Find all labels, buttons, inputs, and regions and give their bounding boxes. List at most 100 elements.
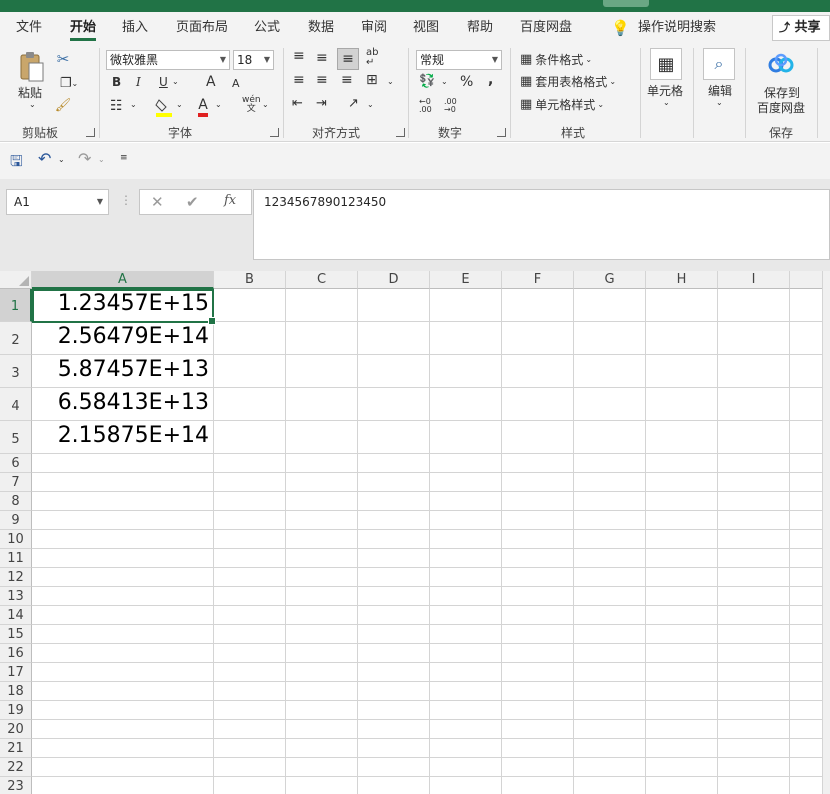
font-color-dropdown-icon[interactable]: ⌄ xyxy=(215,100,222,109)
redo-dropdown-icon[interactable]: ⌄ xyxy=(98,155,105,164)
row-header-23[interactable]: 23 xyxy=(0,777,32,794)
cell-a3[interactable]: 5.87457E+13 xyxy=(33,357,209,382)
column-header-h[interactable]: H xyxy=(646,271,718,289)
align-center-icon[interactable]: ≡ xyxy=(316,72,328,88)
column-header-e[interactable]: E xyxy=(430,271,502,289)
share-button[interactable]: ⤴ 共享 xyxy=(772,15,830,41)
cancel-icon[interactable]: ✕ xyxy=(151,193,164,211)
row-header-22[interactable]: 22 xyxy=(0,758,32,777)
row-header-15[interactable]: 15 xyxy=(0,625,32,644)
tell-me-search[interactable]: 操作说明搜索 xyxy=(638,19,716,41)
vertical-scrollbar[interactable] xyxy=(822,271,830,794)
align-bottom-button[interactable]: ≡ xyxy=(337,48,359,70)
decrease-indent-icon[interactable]: ⇤ xyxy=(292,96,303,111)
column-header-a[interactable]: A xyxy=(32,271,214,289)
alignment-launcher-icon[interactable] xyxy=(396,128,405,137)
format-as-table-button[interactable]: ▦ 套用表格格式 ⌄ xyxy=(520,72,628,90)
cell-a4[interactable]: 6.58413E+13 xyxy=(33,390,209,415)
fill-dropdown-icon[interactable]: ⌄ xyxy=(176,100,183,109)
number-format-select[interactable]: 常规 ▼ xyxy=(416,50,502,70)
fill-color-button[interactable] xyxy=(154,96,174,118)
format-painter-button[interactable]: 🖌 xyxy=(54,96,72,114)
insert-function-icon[interactable]: fx xyxy=(224,193,236,208)
row-header-6[interactable]: 6 xyxy=(0,454,32,473)
row-header-4[interactable]: 4 xyxy=(0,388,32,421)
tab-formulas[interactable]: 公式 xyxy=(254,19,280,41)
tab-data[interactable]: 数据 xyxy=(308,19,334,41)
comma-style-button[interactable]: , xyxy=(488,72,493,88)
formula-input[interactable]: 1234567890123450 xyxy=(253,189,830,260)
row-header-17[interactable]: 17 xyxy=(0,663,32,682)
merge-dropdown-icon[interactable]: ⌄ xyxy=(387,77,394,86)
wrap-text-icon[interactable]: ab ↵ xyxy=(366,48,378,68)
phonetic-guide-button[interactable]: wén 文 xyxy=(242,96,261,114)
clipboard-launcher-icon[interactable] xyxy=(86,128,95,137)
row-header-7[interactable]: 7 xyxy=(0,473,32,492)
shrink-font-button[interactable]: A xyxy=(232,77,240,90)
merge-cells-icon[interactable]: ⊞ xyxy=(366,72,378,88)
save-icon[interactable]: 🖫 xyxy=(10,151,23,176)
grow-font-button[interactable]: A xyxy=(206,74,216,90)
tab-baidu-netdisk[interactable]: 百度网盘 xyxy=(520,19,572,41)
editing-button[interactable]: ⌕ xyxy=(703,48,735,80)
row-header-20[interactable]: 20 xyxy=(0,720,32,739)
font-name-select[interactable]: 微软雅黑 ▼ xyxy=(106,50,230,70)
align-middle-icon[interactable]: ≡ xyxy=(316,50,328,66)
undo-icon[interactable]: ↶ xyxy=(38,149,51,168)
tab-review[interactable]: 审阅 xyxy=(361,19,387,41)
copy-button[interactable]: ❐ ⌄ xyxy=(54,74,84,92)
paste-button[interactable] xyxy=(14,50,50,84)
align-left-icon[interactable]: ≡ xyxy=(293,72,305,88)
name-box[interactable]: A1 ▼ xyxy=(6,189,109,215)
cell-a5[interactable]: 2.15875E+14 xyxy=(33,423,209,448)
borders-dropdown-icon[interactable]: ⌄ xyxy=(130,100,137,109)
italic-button[interactable]: I xyxy=(136,75,141,89)
cell-a2[interactable]: 2.56479E+14 xyxy=(33,324,209,349)
row-header-10[interactable]: 10 xyxy=(0,530,32,549)
redo-icon[interactable]: ↷ xyxy=(78,149,91,168)
row-header-2[interactable]: 2 xyxy=(0,322,32,355)
row-header-16[interactable]: 16 xyxy=(0,644,32,663)
save-to-baidu-button[interactable] xyxy=(764,50,798,80)
cut-button[interactable]: ✂ xyxy=(54,50,72,68)
tab-view[interactable]: 视图 xyxy=(413,19,439,41)
row-header-5[interactable]: 5 xyxy=(0,421,32,454)
worksheet-grid[interactable]: A B C D E F G H I 1 2 3 4 5 6 7 8 9 10 1… xyxy=(0,271,830,794)
enter-icon[interactable]: ✔ xyxy=(186,193,199,211)
accounting-format-icon[interactable]: 💱 xyxy=(419,74,435,89)
row-header-9[interactable]: 9 xyxy=(0,511,32,530)
tab-home[interactable]: 开始 xyxy=(70,19,97,41)
number-launcher-icon[interactable] xyxy=(497,128,506,137)
underline-button[interactable]: U xyxy=(159,75,168,89)
row-header-3[interactable]: 3 xyxy=(0,355,32,388)
column-header-d[interactable]: D xyxy=(358,271,430,289)
row-header-13[interactable]: 13 xyxy=(0,587,32,606)
column-header-g[interactable]: G xyxy=(574,271,646,289)
tab-help[interactable]: 帮助 xyxy=(467,19,493,41)
row-header-19[interactable]: 19 xyxy=(0,701,32,720)
row-header-14[interactable]: 14 xyxy=(0,606,32,625)
column-header-b[interactable]: B xyxy=(214,271,286,289)
font-color-button[interactable]: A xyxy=(194,96,212,118)
editing-dropdown-icon[interactable]: ⌄ xyxy=(716,98,723,107)
conditional-formatting-button[interactable]: ▦ 条件格式 ⌄ xyxy=(520,50,606,68)
row-header-11[interactable]: 11 xyxy=(0,549,32,568)
accounting-dropdown-icon[interactable]: ⌄ xyxy=(441,77,448,86)
font-size-select[interactable]: 18 ▼ xyxy=(233,50,274,70)
tab-insert[interactable]: 插入 xyxy=(122,19,148,41)
cells-button[interactable]: ▦ xyxy=(650,48,682,80)
column-header-i[interactable]: I xyxy=(718,271,790,289)
cell-styles-button[interactable]: ▦ 单元格样式 ⌄ xyxy=(520,95,616,113)
decrease-decimal-icon[interactable]: .00 →0 xyxy=(444,98,457,114)
select-all-corner[interactable] xyxy=(0,271,32,289)
increase-decimal-icon[interactable]: ←0.00 xyxy=(419,98,432,114)
column-header-c[interactable]: C xyxy=(286,271,358,289)
tab-file[interactable]: 文件 xyxy=(16,19,42,41)
row-header-18[interactable]: 18 xyxy=(0,682,32,701)
undo-dropdown-icon[interactable]: ⌄ xyxy=(58,155,65,164)
row-header-1[interactable]: 1 xyxy=(0,289,32,322)
orientation-icon[interactable]: ↗ xyxy=(348,96,359,111)
row-header-8[interactable]: 8 xyxy=(0,492,32,511)
increase-indent-icon[interactable]: ⇥ xyxy=(316,96,327,111)
column-header-f[interactable]: F xyxy=(502,271,574,289)
